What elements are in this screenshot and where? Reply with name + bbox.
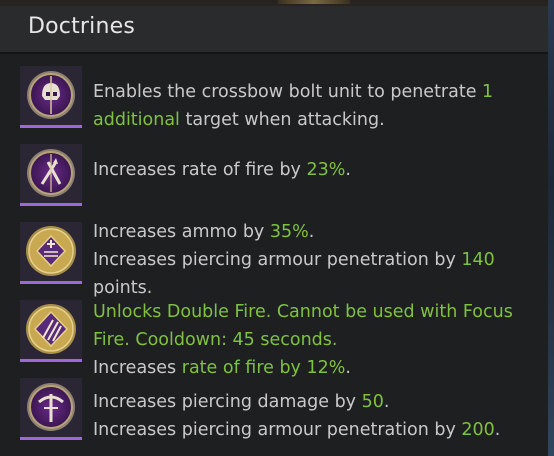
description-line: additional target when attacking. <box>93 106 513 134</box>
highlight-value: rate of fire by 12% <box>181 358 346 378</box>
description-line: Increases rate of fire by 12%. <box>93 354 513 382</box>
line-text: Increases ammo by <box>93 222 270 242</box>
highlight-value: 1 <box>482 82 494 102</box>
line-text: Increases <box>93 358 182 378</box>
line-text: Increases piercing armour penetration by <box>93 250 462 270</box>
highlight-value: Unlocks Double Fire. Cannot be used with… <box>93 302 513 322</box>
highlight-value: additional <box>93 110 180 130</box>
top-ornament <box>278 0 350 4</box>
description-line: Increases piercing armour penetration by… <box>93 246 513 274</box>
line-text: target when attacking. <box>179 110 385 130</box>
panel-title: Doctrines <box>28 14 136 39</box>
line-text: Increases piercing armour penetration by <box>93 420 462 440</box>
crossed-bolts-emblem-icon[interactable] <box>20 144 82 206</box>
line-text: . <box>308 222 315 242</box>
line-text: Increases piercing damage by <box>93 392 362 412</box>
line-text: . <box>345 160 351 180</box>
header-divider <box>0 52 548 54</box>
description-line: Enables the crossbow bolt unit to penetr… <box>93 78 513 106</box>
line-text: . <box>345 358 351 378</box>
ammo-plus-emblem-icon[interactable] <box>20 222 82 284</box>
map-edge-background <box>548 0 554 456</box>
line-text: . <box>494 420 501 440</box>
skull-emblem-icon[interactable] <box>20 66 82 128</box>
description-line: Increases piercing damage by 50. <box>93 388 513 416</box>
line-text: Increases rate of fire by <box>93 160 307 180</box>
description-line: Unlocks Double Fire. Cannot be used with… <box>93 298 513 326</box>
doctrine-description: Increases piercing damage by 50. Increas… <box>93 388 513 444</box>
description-line: Fire. Cooldown: 45 seconds. <box>93 326 513 354</box>
highlight-value: 200 <box>461 420 495 440</box>
panel-header: Doctrines <box>0 6 548 52</box>
description-line: Increases piercing armour penetration by… <box>93 416 513 444</box>
line-text: points. <box>93 278 153 298</box>
highlight-value: Fire. Cooldown: 45 seconds. <box>93 330 338 350</box>
doctrines-panel: Doctrines Enables the crossbow bolt unit… <box>0 6 548 456</box>
doctrine-description: Unlocks Double Fire. Cannot be used with… <box>93 298 513 382</box>
line-text: Enables the crossbow bolt unit to penetr… <box>93 82 483 102</box>
description-line: Increases rate of fire by 23%. <box>93 156 513 184</box>
doctrine-description: Enables the crossbow bolt unit to penetr… <box>93 78 513 134</box>
crossbow-emblem-icon[interactable] <box>20 378 82 440</box>
doctrine-description: Increases rate of fire by 23%. <box>93 156 513 184</box>
highlight-value: 140 <box>461 250 495 270</box>
triple-bolt-emblem-icon[interactable] <box>20 300 82 362</box>
description-line: Increases ammo by 35%. <box>93 218 513 246</box>
highlight-value: 35% <box>269 222 309 242</box>
highlight-value: 50 <box>361 392 384 412</box>
line-text: . <box>383 392 390 412</box>
doctrine-description: Increases ammo by 35%. Increases piercin… <box>93 218 513 302</box>
highlight-value: 23% <box>306 160 346 180</box>
